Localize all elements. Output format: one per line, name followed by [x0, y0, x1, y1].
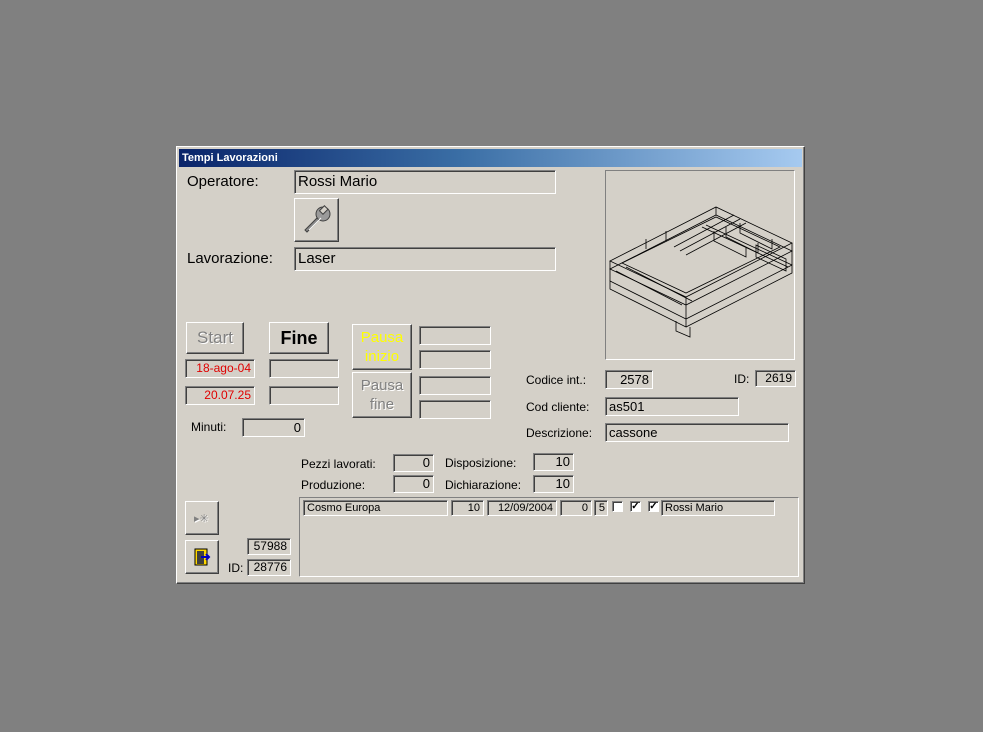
start-button[interactable]: Start — [186, 322, 244, 354]
descrizione-label: Descrizione: — [526, 426, 593, 440]
subform-cliente[interactable]: Cosmo Europa — [303, 500, 448, 516]
subform-valore2[interactable]: 5 — [594, 500, 608, 516]
id-top-field: 2619 — [755, 370, 796, 387]
subform-valore1[interactable]: 0 — [560, 500, 592, 516]
id-top-label: ID: — [734, 372, 750, 386]
subform-check-1[interactable] — [612, 501, 623, 512]
dichiarazione-label: Dichiarazione: — [445, 478, 522, 492]
pezzi-lavorati-label: Pezzi lavorati: — [301, 457, 376, 471]
exit-door-icon — [192, 547, 212, 572]
window-title: Tempi Lavorazioni — [179, 149, 802, 167]
dichiarazione-field[interactable]: 10 — [533, 475, 574, 493]
subform-operatore[interactable]: Rossi Mario — [661, 500, 775, 516]
end-time-field[interactable] — [269, 386, 339, 405]
exit-button[interactable] — [185, 540, 219, 574]
record-count-field: 57988 — [247, 538, 291, 555]
minuti-label: Minuti: — [191, 420, 227, 434]
wrench-icon — [300, 203, 334, 242]
tool-button[interactable] — [294, 198, 339, 242]
lavorazioni-subform: Cosmo Europa 10 12/09/2004 0 5 ✓ ✓ Rossi… — [299, 497, 799, 577]
disposizione-label: Disposizione: — [445, 456, 517, 470]
pausa-inizio-field-1[interactable] — [419, 326, 491, 345]
fine-button[interactable]: Fine — [269, 322, 329, 354]
new-record-button[interactable]: ▸✳ — [185, 501, 219, 535]
subform-check-3[interactable]: ✓ — [648, 501, 659, 512]
codice-int-field[interactable]: 2578 — [605, 370, 653, 389]
id-bottom-label: ID: — [228, 561, 244, 575]
subform-data[interactable]: 12/09/2004 — [487, 500, 557, 516]
disposizione-field[interactable]: 10 — [533, 453, 574, 471]
subform-quantita[interactable]: 10 — [451, 500, 484, 516]
subform-check-2[interactable]: ✓ — [630, 501, 641, 512]
product-image — [605, 170, 795, 360]
descrizione-field[interactable]: cassone — [605, 423, 789, 442]
pausa-inizio-button[interactable]: Pausa inizio — [352, 324, 412, 370]
produzione-label: Produzione: — [301, 478, 366, 492]
start-time-field[interactable]: 20.07.25 — [185, 386, 255, 405]
cod-cliente-label: Cod cliente: — [526, 400, 590, 414]
operatore-field[interactable]: Rossi Mario — [294, 170, 556, 194]
produzione-field[interactable]: 0 — [393, 475, 434, 493]
end-date-field[interactable] — [269, 359, 339, 378]
cod-cliente-field[interactable]: as501 — [605, 397, 739, 416]
pausa-fine-button[interactable]: Pausa fine — [352, 372, 412, 418]
pausa-fine-field-1[interactable] — [419, 376, 491, 395]
new-record-icon: ▸✳ — [194, 513, 209, 525]
tempi-lavorazioni-window: Tempi Lavorazioni Operatore: Rossi Mario… — [176, 146, 805, 584]
pausa-inizio-field-2[interactable] — [419, 350, 491, 369]
minuti-field[interactable]: 0 — [242, 418, 305, 437]
start-date-field[interactable]: 18-ago-04 — [185, 359, 255, 378]
operatore-label: Operatore: — [187, 173, 259, 190]
codice-int-label: Codice int.: — [526, 373, 587, 387]
lavorazione-label: Lavorazione: — [187, 250, 273, 267]
pezzi-lavorati-field[interactable]: 0 — [393, 454, 434, 472]
id-bottom-field: 28776 — [247, 559, 291, 576]
lavorazione-field[interactable]: Laser — [294, 247, 556, 271]
pausa-fine-field-2[interactable] — [419, 400, 491, 419]
